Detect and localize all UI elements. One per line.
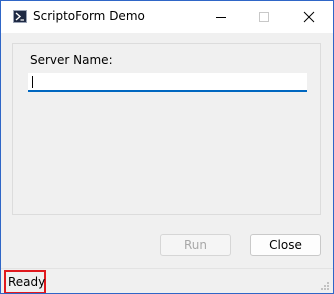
minimize-icon [216, 17, 226, 18]
close-button[interactable]: Close [250, 234, 321, 256]
resize-grip-icon[interactable] [320, 281, 330, 291]
status-text: Ready [4, 270, 46, 293]
close-window-button[interactable] [289, 1, 329, 33]
app-window: ScriptoForm Demo Server Name: Run Close … [0, 0, 334, 294]
server-name-input[interactable] [28, 73, 307, 92]
window-title: ScriptoForm Demo [33, 9, 145, 23]
text-caret [32, 76, 33, 88]
minimize-button[interactable] [201, 1, 241, 33]
server-name-label: Server Name: [30, 53, 113, 67]
maximize-button [244, 1, 284, 33]
maximize-icon [259, 12, 269, 22]
powershell-icon [13, 10, 27, 23]
status-bar: Ready [1, 268, 333, 293]
title-bar[interactable]: ScriptoForm Demo [1, 1, 333, 33]
run-button[interactable]: Run [160, 234, 231, 256]
form-panel [12, 43, 321, 215]
close-icon [303, 11, 315, 23]
